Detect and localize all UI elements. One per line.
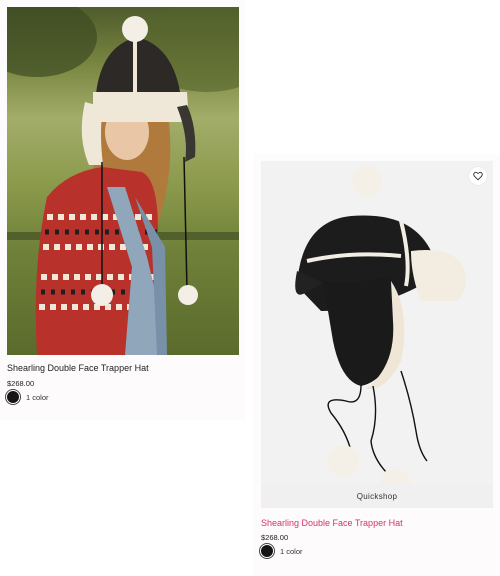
product-image-model[interactable]: [7, 7, 239, 355]
color-swatch-black[interactable]: [261, 545, 273, 557]
hat-photo-illustration: [261, 161, 493, 484]
quickshop-button[interactable]: Quickshop: [261, 484, 493, 508]
color-options: 1 color: [261, 545, 303, 557]
model-photo-illustration: [7, 7, 239, 355]
color-count-label: 1 color: [26, 392, 49, 402]
heart-icon: [473, 171, 483, 181]
color-count-label: 1 color: [280, 546, 303, 556]
product-card[interactable]: Quickshop Shearling Double Face Trapper …: [254, 154, 500, 576]
product-name-link[interactable]: Shearling Double Face Trapper Hat: [7, 363, 149, 373]
product-image-hat[interactable]: [261, 161, 493, 484]
product-name-link[interactable]: Shearling Double Face Trapper Hat: [261, 518, 403, 528]
wishlist-button[interactable]: [469, 167, 487, 185]
color-options: 1 color: [7, 391, 49, 403]
color-swatch-black[interactable]: [7, 391, 19, 403]
product-price: $268.00: [7, 379, 35, 388]
product-card[interactable]: Shearling Double Face Trapper Hat $268.0…: [0, 0, 246, 420]
product-price: $268.00: [261, 533, 289, 542]
